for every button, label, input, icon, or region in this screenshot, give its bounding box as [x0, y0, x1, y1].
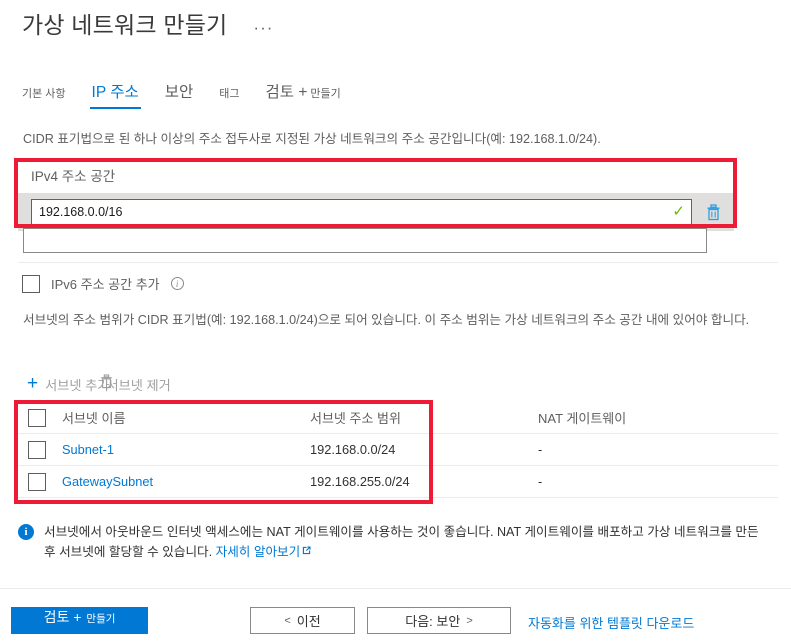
ipv4-address-input-empty[interactable] — [23, 228, 707, 253]
ipv4-address-row: 192.168.0.0/16 ✓ — [18, 193, 734, 231]
ipv4-description: CIDR 표기법으로 된 하나 이상의 주소 접두사로 지정된 가상 네트워크의… — [23, 132, 601, 146]
tab-ip-addresses[interactable]: IP 주소 — [79, 84, 152, 109]
chevron-right-icon: > — [466, 614, 473, 627]
ipv6-address-space-label: IPv6 주소 공간 추가 — [51, 277, 160, 292]
subnet-range-value: 192.168.0.0/24 — [310, 442, 396, 457]
next-button-label: 다음: 보안 — [405, 614, 461, 629]
tab-review-create-primary: 검토 + — [265, 84, 308, 101]
select-all-cell — [28, 408, 62, 427]
info-banner-text-wrap: 서브넷에서 아웃바운드 인터넷 액세스에는 NAT 게이트웨이를 사용하는 것이… — [44, 522, 760, 562]
row-checkbox[interactable] — [28, 472, 46, 491]
learn-more-link[interactable]: 자세히 알아보기 — [216, 545, 301, 559]
previous-button-label: 이전 — [296, 614, 321, 629]
subnet-name-link[interactable]: Subnet-1 — [62, 442, 310, 457]
info-icon: i — [18, 524, 34, 540]
column-header-subnet-name: 서브넷 이름 — [62, 411, 126, 426]
row-checkbox[interactable] — [28, 440, 46, 459]
page-header: 가상 네트워크 만들기 ··· — [22, 6, 277, 40]
external-link-icon[interactable] — [301, 542, 312, 562]
more-options-icon[interactable]: ··· — [249, 19, 277, 36]
page-title: 가상 네트워크 만들기 — [22, 12, 228, 38]
checkmark-icon: ✓ — [672, 203, 685, 220]
trash-icon[interactable] — [702, 200, 724, 224]
row-select-cell — [28, 472, 62, 491]
ipv4-address-input[interactable]: 192.168.0.0/16 ✓ — [31, 199, 692, 225]
column-header-nat-gateway: NAT 게이트웨이 — [538, 411, 627, 426]
tab-tags[interactable]: 태그 — [206, 86, 252, 111]
tab-review-create[interactable]: 검토 + 만들기 — [253, 84, 354, 111]
subnet-action-links: + 서브넷 추가 서브넷 제거 — [27, 374, 171, 394]
wizard-tabs: 기본 사항 IP 주소 보안 태그 검토 + 만들기 — [22, 84, 354, 111]
subnet-description: 서브넷의 주소 범위가 CIDR 표기법(예: 192.168.1.0/24)으… — [23, 313, 750, 327]
table-row[interactable]: Subnet-1 192.168.0.0/24 - — [18, 434, 778, 466]
column-header-subnet-range: 서브넷 주소 범위 — [310, 411, 401, 426]
remove-subnet-link[interactable]: 서브넷 제거 — [106, 375, 170, 394]
plus-icon[interactable]: + — [27, 374, 38, 393]
subnet-table: 서브넷 이름 서브넷 주소 범위 NAT 게이트웨이 Subnet-1 192.… — [18, 402, 778, 498]
chevron-left-icon: < — [284, 614, 291, 627]
wizard-footer: 검토 + 만들기 < 이전 다음: 보안 > 자동화를 위한 템플릿 다운로드 — [0, 589, 791, 641]
tab-ip-addresses-label: IP 주소 — [91, 84, 139, 101]
subnet-range-value: 192.168.255.0/24 — [310, 474, 410, 489]
subnet-name-link[interactable]: GatewaySubnet — [62, 474, 310, 489]
ipv6-address-space-row[interactable]: IPv6 주소 공간 추가 i — [22, 274, 184, 293]
tab-active-underline — [89, 106, 141, 109]
info-icon[interactable]: i — [170, 277, 184, 290]
table-header-row: 서브넷 이름 서브넷 주소 범위 NAT 게이트웨이 — [18, 402, 778, 434]
info-banner-text: 서브넷에서 아웃바운드 인터넷 액세스에는 NAT 게이트웨이를 사용하는 것이… — [44, 525, 759, 559]
create-virtual-network-page: 가상 네트워크 만들기 ··· 기본 사항 IP 주소 보안 태그 검토 + 만… — [0, 0, 791, 641]
table-row[interactable]: GatewaySubnet 192.168.255.0/24 - — [18, 466, 778, 498]
review-create-button-secondary: 만들기 — [86, 613, 116, 625]
ipv4-address-space-panel: IPv4 주소 공간 192.168.0.0/16 ✓ — [18, 162, 734, 231]
select-all-checkbox[interactable] — [28, 408, 46, 427]
nat-gateway-info-banner: i 서브넷에서 아웃바운드 인터넷 액세스에는 NAT 게이트웨이를 사용하는 … — [18, 522, 760, 562]
section-divider — [18, 262, 778, 263]
previous-button[interactable]: < 이전 — [250, 607, 355, 634]
ipv4-address-space-label: IPv4 주소 공간 — [31, 169, 116, 184]
nat-gateway-value: - — [538, 442, 543, 457]
tab-review-create-secondary: 만들기 — [310, 88, 341, 100]
tab-basics[interactable]: 기본 사항 — [22, 86, 79, 111]
ipv6-address-space-checkbox[interactable] — [22, 274, 40, 293]
next-button[interactable]: 다음: 보안 > — [367, 607, 511, 634]
review-create-button[interactable]: 검토 + 만들기 — [11, 607, 148, 634]
review-create-button-primary: 검토 + — [43, 609, 82, 625]
row-select-cell — [28, 440, 62, 459]
ipv4-address-value: 192.168.0.0/16 — [39, 205, 123, 219]
tab-security[interactable]: 보안 — [152, 84, 207, 109]
nat-gateway-value: - — [538, 474, 543, 489]
download-template-link[interactable]: 자동화를 위한 템플릿 다운로드 — [528, 613, 694, 632]
